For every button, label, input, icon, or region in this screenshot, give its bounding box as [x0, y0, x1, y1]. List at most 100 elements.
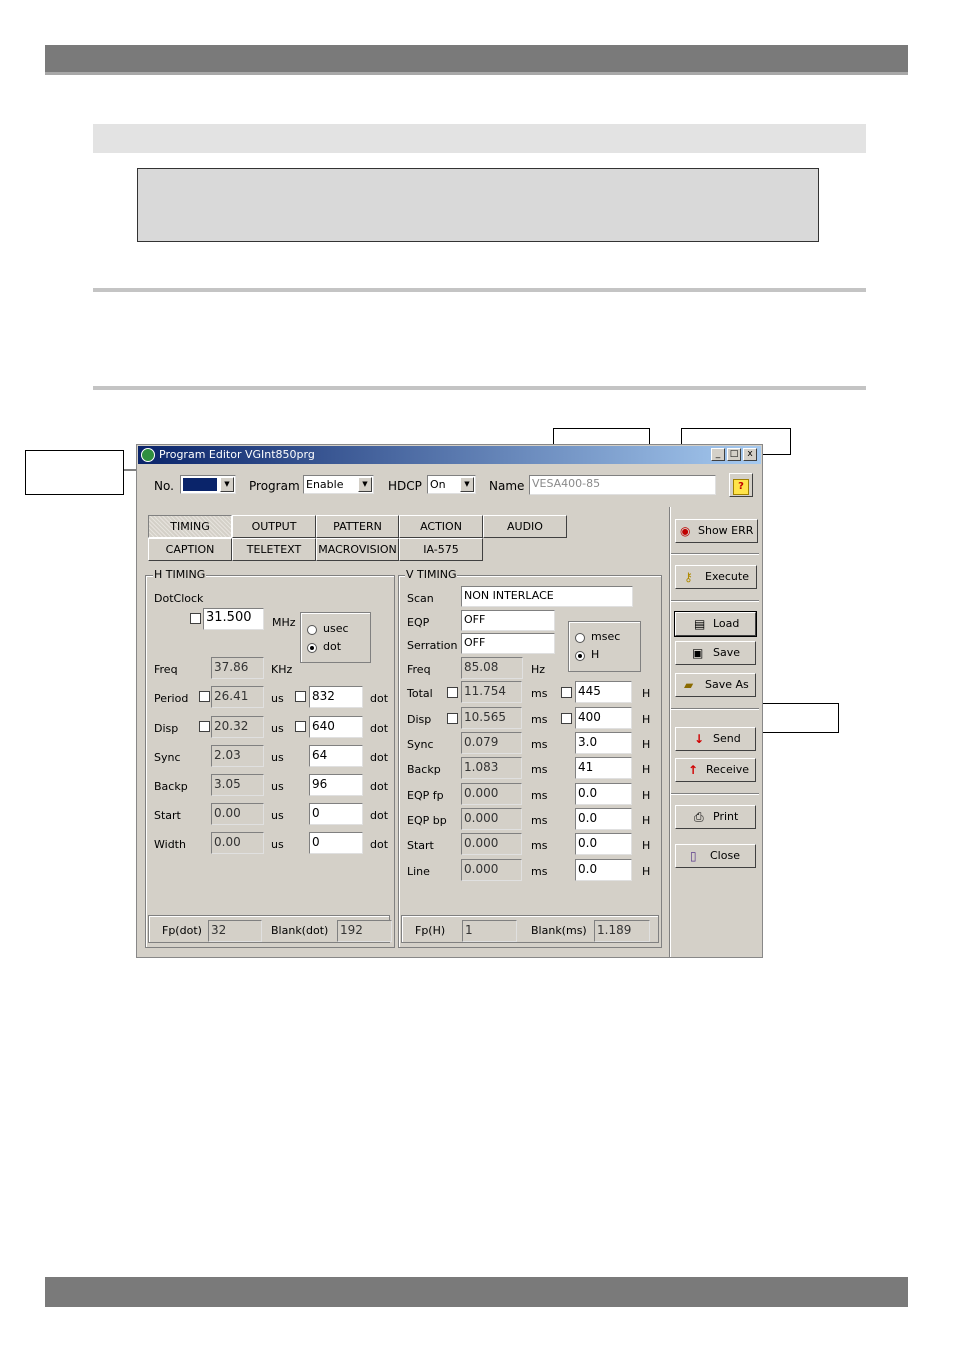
- down-arrow-icon: ↓: [694, 732, 705, 746]
- v-row-line-input[interactable]: 400: [575, 707, 632, 729]
- close-button[interactable]: ▯ Close: [675, 844, 756, 868]
- v-row-time-unit: ms: [531, 865, 548, 878]
- show-err-button[interactable]: ◉ Show ERR: [675, 519, 758, 543]
- no-select-highlight: [183, 478, 217, 491]
- radio-dot[interactable]: [307, 643, 317, 653]
- v-freq-label: Freq: [407, 663, 431, 676]
- v-row-time-checkbox[interactable]: [447, 687, 458, 698]
- dotclock-unit: MHz: [272, 616, 296, 629]
- h-row-time-checkbox[interactable]: [199, 721, 210, 732]
- tab-teletext[interactable]: TELETEXT: [232, 538, 316, 561]
- h-row-dot-input[interactable]: 640: [309, 716, 363, 738]
- v-row-line-checkbox[interactable]: [561, 713, 572, 724]
- maximize-button[interactable]: □: [727, 448, 741, 461]
- v-row-line-unit: H: [642, 789, 651, 802]
- chevron-down-icon[interactable]: ▼: [460, 477, 474, 492]
- receive-button[interactable]: ↑ Receive: [675, 758, 756, 782]
- dotclock-input[interactable]: 31.500: [203, 608, 264, 630]
- window-title: Program Editor VGInt850prg: [159, 448, 315, 461]
- tab-output[interactable]: OUTPUT: [232, 515, 316, 538]
- tab-audio[interactable]: AUDIO: [483, 515, 567, 538]
- v-row-label: Start: [407, 839, 434, 852]
- help-button[interactable]: ?: [729, 473, 753, 497]
- radio-h[interactable]: [575, 651, 585, 661]
- tab-pattern[interactable]: PATTERN: [316, 515, 399, 538]
- chevron-down-icon[interactable]: ▼: [358, 477, 372, 492]
- h-row-dot-unit: dot: [370, 838, 389, 851]
- v-row-line-unit: H: [642, 865, 651, 878]
- side-separator-4: [671, 793, 759, 795]
- h-row-time-value: 26.41: [211, 686, 264, 708]
- execute-button[interactable]: ⚷ Execute: [675, 565, 757, 589]
- h-row-time-unit: us: [271, 838, 284, 851]
- radio-usec[interactable]: [307, 625, 317, 635]
- no-select[interactable]: ▼: [180, 475, 236, 494]
- v-freq-value: 85.08: [461, 657, 523, 679]
- tab-ia-575[interactable]: IA-575: [399, 538, 483, 561]
- name-input[interactable]: VESA400-85: [529, 475, 716, 495]
- red-circle-icon: ◉: [680, 524, 691, 538]
- hdcp-select-value: On: [430, 478, 446, 491]
- print-button[interactable]: ⎙ Print: [675, 805, 756, 829]
- h-row-dot-input[interactable]: 96: [309, 774, 363, 796]
- v-row-line-input[interactable]: 0.0: [575, 808, 632, 830]
- v-row-line-unit: H: [642, 738, 651, 751]
- h-row-dot-unit: dot: [370, 692, 389, 705]
- serration-input[interactable]: OFF: [461, 633, 555, 654]
- load-button[interactable]: ▤ Load: [674, 611, 757, 637]
- dotclock-checkbox[interactable]: [190, 613, 201, 624]
- v-row-line-input[interactable]: 0.0: [575, 833, 632, 855]
- h-row-label: Disp: [154, 722, 179, 735]
- tab-macrovision[interactable]: MACROVISION: [316, 538, 399, 561]
- v-row-line-input[interactable]: 0.0: [575, 783, 632, 805]
- scan-input[interactable]: NON INTERLACE: [461, 586, 633, 607]
- tab-timing[interactable]: TIMING: [148, 515, 232, 538]
- no-label: No.: [154, 479, 174, 493]
- v-timing-title: V TIMING: [405, 568, 458, 581]
- h-row-dot-input[interactable]: 832: [309, 686, 363, 708]
- v-row-line-input[interactable]: 41: [575, 757, 632, 779]
- tab-caption[interactable]: CAPTION: [148, 538, 232, 561]
- v-row-line-input[interactable]: 0.0: [575, 859, 632, 881]
- h-fp-label: Fp(dot): [162, 924, 202, 937]
- receive-label: Receive: [706, 763, 750, 776]
- h-row-label: Sync: [154, 751, 181, 764]
- hdcp-label: HDCP: [388, 479, 422, 493]
- h-row-dot-input[interactable]: 0: [309, 803, 363, 825]
- send-label: Send: [713, 732, 741, 745]
- h-row-dot-checkbox[interactable]: [295, 721, 306, 732]
- close-window-button[interactable]: x: [743, 448, 757, 461]
- h-row-dot-unit: dot: [370, 751, 389, 764]
- chevron-down-icon[interactable]: ▼: [220, 477, 234, 492]
- v-row-line-checkbox[interactable]: [561, 687, 572, 698]
- save-as-button[interactable]: ▰ Save As: [675, 673, 756, 697]
- save-button[interactable]: ▣ Save: [675, 641, 756, 665]
- h-fp-value: 32: [208, 920, 262, 942]
- v-row-line-input[interactable]: 3.0: [575, 732, 632, 754]
- h-row-time-unit: us: [271, 751, 284, 764]
- v-row-label: Disp: [407, 713, 432, 726]
- v-row-line-unit: H: [642, 713, 651, 726]
- program-label: Program: [249, 479, 300, 493]
- h-row-dot-unit: dot: [370, 809, 389, 822]
- minimize-button[interactable]: _: [711, 448, 725, 461]
- v-row-time-checkbox[interactable]: [447, 713, 458, 724]
- close-label: Close: [710, 849, 740, 862]
- v-row-label: EQP fp: [407, 789, 444, 802]
- side-separator-2: [671, 600, 759, 602]
- program-select[interactable]: Enable ▼: [303, 475, 374, 494]
- h-row-dot-checkbox[interactable]: [295, 691, 306, 702]
- v-row-time-value: 0.000: [461, 833, 522, 855]
- title-bar[interactable]: Program Editor VGInt850prg _ □ x: [138, 446, 761, 464]
- send-button[interactable]: ↓ Send: [675, 727, 756, 751]
- h-row-time-checkbox[interactable]: [199, 691, 210, 702]
- hdcp-select[interactable]: On ▼: [427, 475, 476, 494]
- tab-action[interactable]: ACTION: [399, 515, 483, 538]
- v-row-line-input[interactable]: 445: [575, 681, 632, 703]
- h-row-dot-input[interactable]: 64: [309, 745, 363, 767]
- h-timing-title: H TIMING: [153, 568, 207, 581]
- eqp-input[interactable]: OFF: [461, 610, 555, 631]
- radio-msec[interactable]: [575, 633, 585, 643]
- h-row-dot-input[interactable]: 0: [309, 832, 363, 854]
- h-row-dot-unit: dot: [370, 780, 389, 793]
